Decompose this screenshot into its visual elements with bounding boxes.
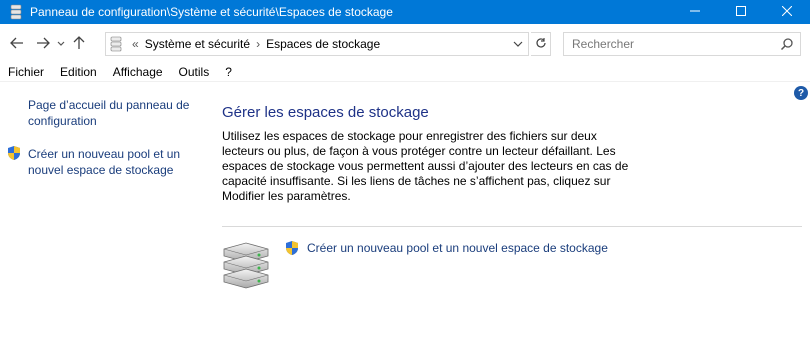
forward-button[interactable] xyxy=(32,32,54,56)
breadcrumb-overflow[interactable]: « xyxy=(132,37,139,51)
chevron-down-icon xyxy=(57,39,65,49)
menu-affichage[interactable]: Affichage xyxy=(105,65,171,79)
menu-fichier[interactable]: Fichier xyxy=(0,65,52,79)
close-icon xyxy=(781,5,793,19)
arrow-up-icon xyxy=(73,35,85,53)
page-title: Gérer les espaces de stockage xyxy=(222,104,429,121)
create-pool-link-left[interactable]: Créer un nouveau pool et un nouvel espac… xyxy=(28,146,198,178)
maximize-button[interactable] xyxy=(718,0,764,24)
page-description: Utilisez les espaces de stockage pour en… xyxy=(222,129,629,203)
storage-spaces-large-icon xyxy=(221,240,271,290)
navigation-bar: « Système et sécurité › Espaces de stock… xyxy=(0,28,810,60)
storage-spaces-app-icon xyxy=(8,4,24,20)
uac-shield-icon xyxy=(284,240,300,256)
back-button[interactable] xyxy=(6,32,28,56)
address-bar[interactable]: « Système et sécurité › Espaces de stock… xyxy=(105,32,529,56)
address-dropdown-button[interactable] xyxy=(510,36,526,52)
breadcrumb-espaces-stockage[interactable]: Espaces de stockage xyxy=(266,37,380,51)
minimize-icon xyxy=(690,5,700,19)
close-button[interactable] xyxy=(764,0,810,24)
title-bar: Panneau de configuration\Système et sécu… xyxy=(0,0,810,24)
search-input[interactable] xyxy=(564,37,764,51)
maximize-icon xyxy=(736,5,746,19)
menu-help[interactable]: ? xyxy=(217,65,240,79)
window-title: Panneau de configuration\Système et sécu… xyxy=(30,5,393,19)
menu-bar: Fichier Edition Affichage Outils ? xyxy=(0,62,810,82)
arrow-right-icon xyxy=(36,36,50,52)
control-panel-home-link[interactable]: Page d’accueil du panneau de configurati… xyxy=(28,97,198,129)
refresh-icon xyxy=(535,37,547,52)
breadcrumb-systeme-securite[interactable]: Système et sécurité xyxy=(145,37,250,51)
help-icon[interactable]: ? xyxy=(794,86,808,100)
menu-edition[interactable]: Edition xyxy=(52,65,105,79)
create-pool-link[interactable]: Créer un nouveau pool et un nouvel espac… xyxy=(307,241,608,255)
menu-outils[interactable]: Outils xyxy=(171,65,218,79)
section-divider xyxy=(222,226,802,227)
breadcrumb-separator[interactable]: › xyxy=(256,37,260,51)
arrow-left-icon xyxy=(10,36,24,52)
storage-spaces-icon xyxy=(110,36,124,52)
refresh-button[interactable] xyxy=(531,32,551,56)
search-icon[interactable] xyxy=(780,37,794,51)
recent-locations-button[interactable] xyxy=(54,32,68,56)
up-button[interactable] xyxy=(68,32,90,56)
minimize-button[interactable] xyxy=(672,0,718,24)
search-box[interactable] xyxy=(563,32,801,56)
uac-shield-icon xyxy=(6,145,22,161)
